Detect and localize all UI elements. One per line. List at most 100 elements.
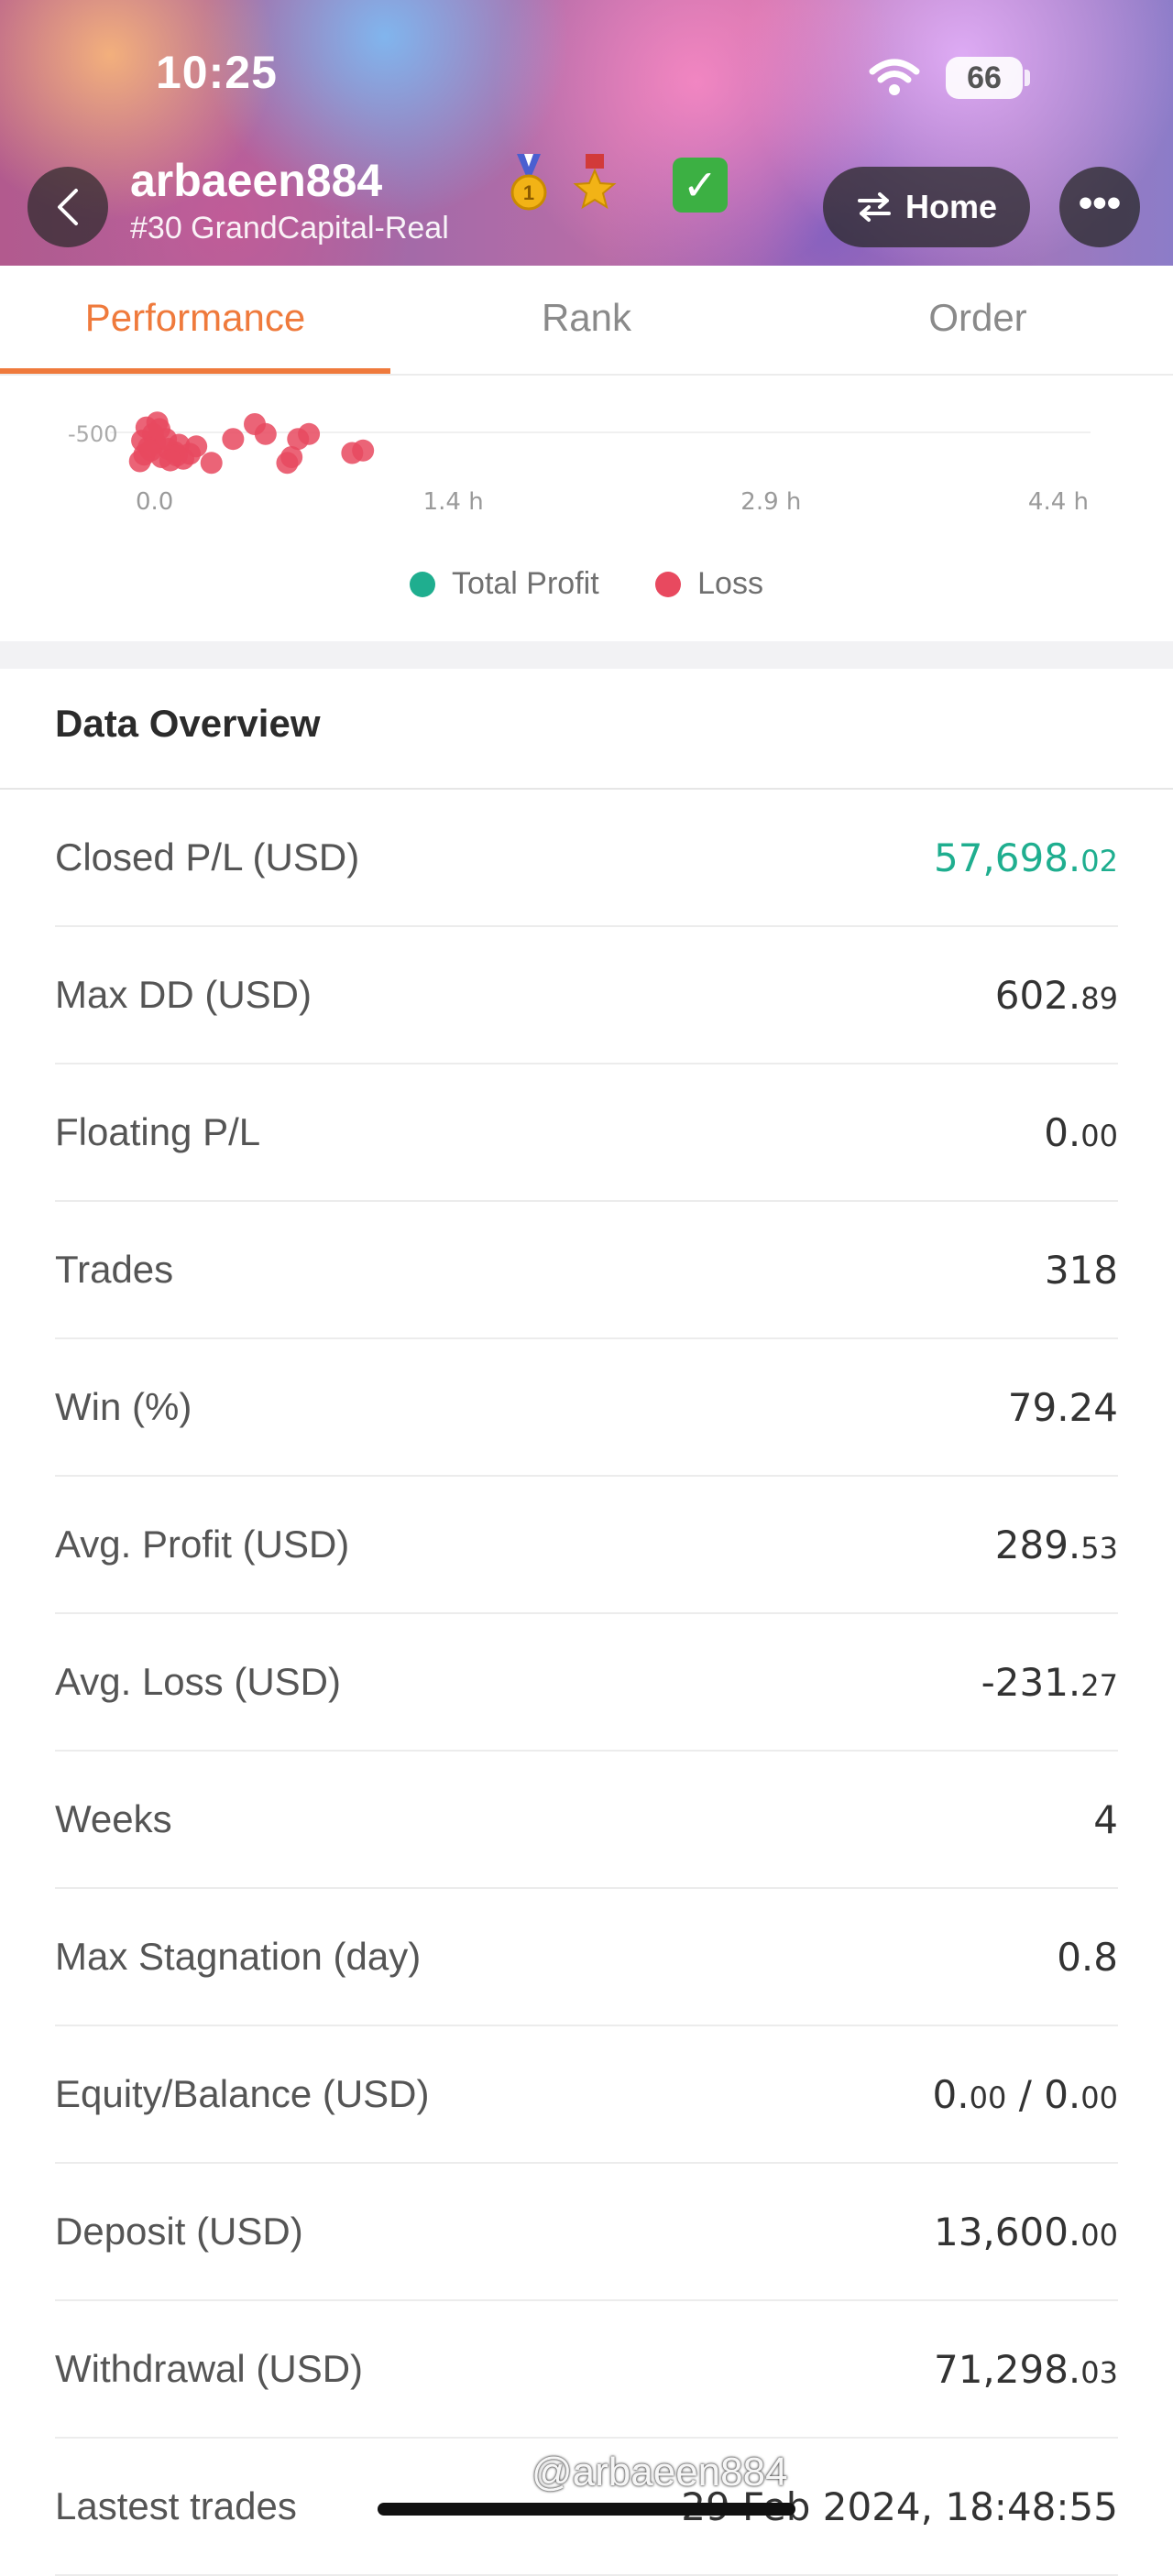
tab-rank[interactable]: Rank	[391, 266, 782, 374]
chevron-left-icon	[58, 189, 78, 225]
overview-title: Data Overview	[55, 702, 321, 745]
battery-nub	[1025, 70, 1030, 86]
value-decimal: 00	[969, 2080, 1007, 2115]
row-value: 57,698.02	[934, 835, 1118, 880]
value-integer: 0.	[1044, 1110, 1081, 1155]
row-value: 318	[1045, 1248, 1118, 1293]
overview-row: Avg. Loss (USD) -231.27	[55, 1614, 1118, 1752]
overview-row: Withdrawal (USD) 71,298.03	[55, 2301, 1118, 2439]
overview-row: Trades 318	[55, 1202, 1118, 1339]
tab-performance[interactable]: Performance	[0, 266, 390, 374]
value-integer: 79.24	[1007, 1385, 1118, 1430]
value-integer: 289.	[994, 1523, 1081, 1567]
row-label: Weeks	[55, 1797, 172, 1840]
x-tick-label: 1.4 h	[423, 488, 484, 516]
overview-row: Equity/Balance (USD) 0.00 / 0.00	[55, 2026, 1118, 2164]
row-label: Avg. Loss (USD)	[55, 1660, 341, 1703]
row-label: Equity/Balance (USD)	[55, 2072, 430, 2115]
legend-item-loss[interactable]: Loss	[655, 566, 763, 602]
value-integer-2: / 0.	[1006, 2072, 1081, 2117]
value-integer: 57,698.	[933, 835, 1081, 880]
scatter-point-loss	[222, 428, 245, 451]
legend-dot-total-profit	[410, 571, 436, 597]
medal-icon: 1	[510, 154, 547, 211]
row-label: Max Stagnation (day)	[55, 1935, 422, 1978]
legend-item-total-profit[interactable]: Total Profit	[410, 566, 599, 602]
row-label: Floating P/L	[55, 1110, 261, 1153]
overview-row: Max DD (USD) 602.89	[55, 927, 1118, 1064]
back-button[interactable]	[27, 167, 108, 247]
row-value: 602.89	[995, 973, 1118, 1018]
row-value: 79.24	[1008, 1385, 1118, 1430]
overview-row: Avg. Profit (USD) 289.53	[55, 1477, 1118, 1614]
scatter-point-loss	[352, 439, 375, 462]
home-button-label: Home	[904, 188, 998, 225]
scatter-point-loss	[185, 435, 208, 458]
row-value: 0.00 / 0.00	[933, 2072, 1118, 2117]
value-decimal: 02	[1080, 844, 1118, 879]
active-tab-indicator	[0, 368, 390, 374]
x-tick-label: 2.9 h	[740, 488, 801, 516]
home-indicator[interactable]	[378, 2503, 795, 2516]
wifi-icon	[869, 59, 920, 95]
value-integer: 13,600.	[933, 2210, 1081, 2254]
more-options-button[interactable]: •••	[1059, 167, 1140, 247]
row-label: Avg. Profit (USD)	[55, 1523, 350, 1566]
overview-row: Weeks 4	[55, 1752, 1118, 1889]
row-label: Withdrawal (USD)	[55, 2347, 364, 2390]
row-label: Max DD (USD)	[55, 973, 312, 1016]
value-decimal: 53	[1080, 1531, 1118, 1566]
row-label: Lastest trades	[55, 2484, 297, 2527]
row-label: Closed P/L (USD)	[55, 835, 360, 879]
chart-svg: -500 0.0 1.4 h 2.9 h 4.4 h	[68, 411, 1091, 516]
row-value: -231.27	[981, 1660, 1118, 1705]
overview-row: Max Stagnation (day) 0.8	[55, 1889, 1118, 2026]
row-label: Deposit (USD)	[55, 2210, 303, 2253]
row-value: 4	[1093, 1797, 1118, 1842]
y-tick-label: -500	[68, 421, 117, 447]
row-value: 13,600.00	[934, 2210, 1118, 2254]
legend-dot-loss	[655, 571, 682, 597]
row-value: 71,298.03	[934, 2347, 1118, 2392]
row-value: 0.00	[1044, 1110, 1118, 1155]
legend-label-total-profit: Total Profit	[452, 566, 599, 601]
verified-check-icon: ✓	[673, 158, 728, 213]
overview-list: Closed P/L (USD) 57,698.02 Max DD (USD) 602…	[55, 790, 1118, 2576]
star-medal-icon	[573, 154, 617, 210]
value-integer: 71,298.	[933, 2347, 1081, 2392]
legend-label-loss: Loss	[697, 566, 763, 601]
value-integer: 602.	[994, 973, 1081, 1018]
value-decimal-2: 00	[1080, 2080, 1118, 2115]
watermark: @arbaeen884	[532, 2450, 788, 2494]
value-decimal: 27	[1080, 1668, 1118, 1703]
value-decimal: 03	[1080, 2355, 1118, 2390]
username: arbaeen884	[130, 155, 383, 206]
scatter-point-loss	[298, 422, 321, 445]
chart-legend: Total Profit Loss	[0, 566, 1173, 612]
value-integer: 4	[1093, 1797, 1118, 1842]
value-integer: 0.	[932, 2072, 970, 2117]
tab-bar: Performance Rank Order	[0, 266, 1173, 376]
overview-row: Closed P/L (USD) 57,698.02	[55, 790, 1118, 927]
profile-header: 10:25 66 arbaeen884 #30 GrandCapital-Rea…	[0, 0, 1173, 266]
value-integer: 318	[1044, 1248, 1118, 1293]
account-subtitle: #30 GrandCapital-Real	[130, 211, 449, 246]
home-button[interactable]: Home	[823, 167, 1030, 247]
scatter-point-loss	[200, 452, 223, 475]
value-decimal: 89	[1080, 981, 1118, 1016]
tab-order[interactable]: Order	[783, 266, 1173, 374]
value-decimal: 00	[1080, 1119, 1118, 1153]
overview-row: Floating P/L 0.00	[55, 1064, 1118, 1202]
battery-icon: 66	[946, 57, 1023, 99]
value-integer: -231.	[981, 1660, 1081, 1705]
row-value: 0.8	[1057, 1935, 1118, 1980]
overview-row: Deposit (USD) 13,600.00	[55, 2164, 1118, 2301]
scatter-point-loss	[165, 444, 188, 467]
x-tick-label: 4.4 h	[1028, 488, 1089, 516]
status-time: 10:25	[156, 47, 278, 98]
scatter-point-loss	[148, 418, 170, 441]
row-value: 289.53	[995, 1523, 1118, 1567]
scatter-point-loss	[139, 439, 162, 462]
row-label: Win (%)	[55, 1385, 192, 1428]
overview-row: Win (%) 79.24	[55, 1339, 1118, 1477]
